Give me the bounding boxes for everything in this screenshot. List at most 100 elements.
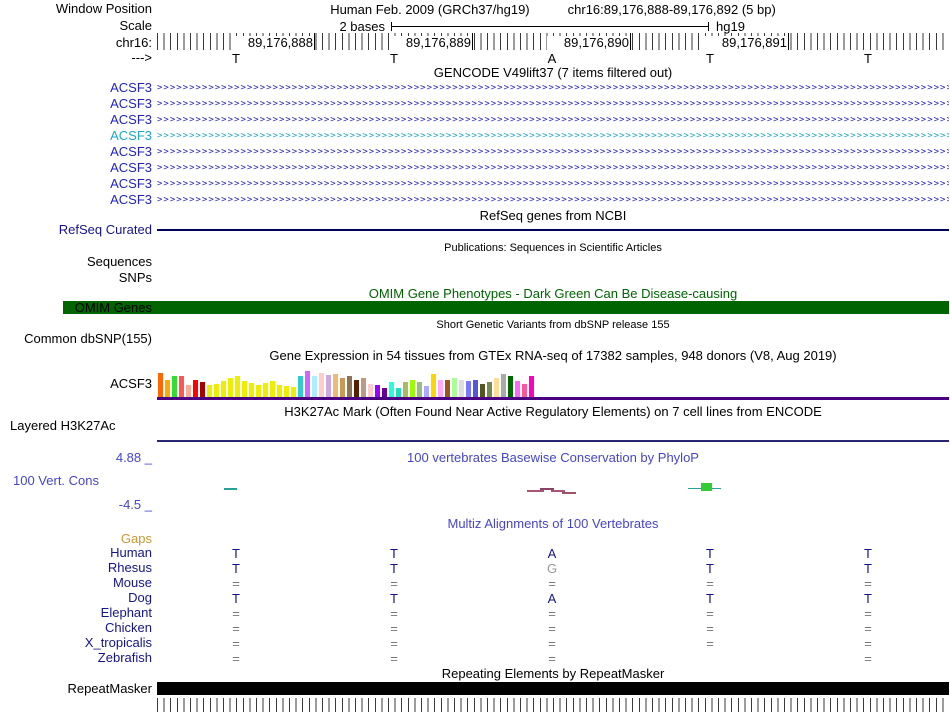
gtex-tissue-bar[interactable] — [340, 378, 345, 397]
gtex-tissue-bar[interactable] — [389, 382, 394, 397]
species-label-zebrafish[interactable]: Zebrafish — [0, 651, 152, 665]
species-label-elephant[interactable]: Elephant — [0, 606, 152, 620]
gtex-tissue-bar[interactable] — [263, 383, 268, 397]
gene-label-acsf3[interactable]: ACSF3 — [0, 193, 152, 207]
sequences-label[interactable]: Sequences — [0, 255, 152, 269]
gtex-tissue-bar[interactable] — [305, 371, 310, 397]
gtex-tissue-bar[interactable] — [354, 380, 359, 397]
alignment-base: T — [232, 591, 240, 606]
omim-genes-bar[interactable] — [63, 301, 949, 314]
gtex-tissue-bar[interactable] — [410, 380, 415, 397]
gtex-tissue-bar[interactable] — [186, 385, 191, 397]
gene-label-acsf3[interactable]: ACSF3 — [0, 97, 152, 111]
gtex-tissue-bar[interactable] — [270, 381, 275, 397]
gene-transcript-line[interactable]: >>>>>>>>>>>>>>>>>>>>>>>>>>>>>>>>>>>>>>>>… — [157, 192, 949, 208]
gtex-tissue-bar[interactable] — [221, 381, 226, 397]
gtex-tissue-bar[interactable] — [214, 384, 219, 397]
gtex-tissue-bar[interactable] — [228, 378, 233, 397]
gtex-tissue-bar[interactable] — [200, 382, 205, 397]
gtex-tissue-bar[interactable] — [403, 382, 408, 397]
gtex-tissue-bar[interactable] — [452, 378, 457, 397]
phylop-mark — [540, 488, 554, 490]
h3k27ac-label[interactable]: Layered H3K27Ac — [10, 419, 116, 433]
species-label-chicken[interactable]: Chicken — [0, 621, 152, 635]
gtex-tissue-bar[interactable] — [277, 385, 282, 397]
gene-transcript-line[interactable]: >>>>>>>>>>>>>>>>>>>>>>>>>>>>>>>>>>>>>>>>… — [157, 160, 949, 176]
gene-label-acsf3[interactable]: ACSF3 — [0, 177, 152, 191]
species-label-human[interactable]: Human — [0, 546, 152, 560]
gtex-tissue-bar[interactable] — [501, 374, 506, 397]
gtex-tissue-bar[interactable] — [235, 376, 240, 397]
gtex-tissue-bar[interactable] — [382, 388, 387, 397]
gtex-tissue-bar[interactable] — [256, 385, 261, 397]
gene-transcript-line[interactable]: >>>>>>>>>>>>>>>>>>>>>>>>>>>>>>>>>>>>>>>>… — [157, 96, 949, 112]
gtex-tissue-bar[interactable] — [249, 383, 254, 397]
species-label-x-tropicalis[interactable]: X_tropicalis — [0, 636, 152, 650]
gtex-tissue-bar[interactable] — [522, 384, 527, 397]
phylop-track-label[interactable]: 100 Vert. Cons — [13, 474, 99, 488]
gtex-tissue-bar[interactable] — [529, 376, 534, 397]
gtex-tissue-bar[interactable] — [424, 386, 429, 397]
gtex-tissue-bar[interactable] — [431, 374, 436, 397]
gtex-tissue-bar[interactable] — [193, 380, 198, 397]
gtex-tissue-bar[interactable] — [494, 378, 499, 397]
gtex-tissue-bar[interactable] — [165, 380, 170, 397]
gene-label-acsf3[interactable]: ACSF3 — [0, 113, 152, 127]
snps-label[interactable]: SNPs — [0, 271, 152, 285]
gtex-tissue-bar[interactable] — [480, 384, 485, 397]
gtex-tissue-bar[interactable] — [417, 382, 422, 397]
publications-title: Publications: Sequences in Scientific Ar… — [444, 242, 662, 254]
species-label-mouse[interactable]: Mouse — [0, 576, 152, 590]
gene-transcript-line[interactable]: >>>>>>>>>>>>>>>>>>>>>>>>>>>>>>>>>>>>>>>>… — [157, 112, 949, 128]
refseq-curated-line[interactable] — [157, 229, 949, 231]
gene-transcript-line[interactable]: >>>>>>>>>>>>>>>>>>>>>>>>>>>>>>>>>>>>>>>>… — [157, 80, 949, 96]
gtex-tissue-bar[interactable] — [284, 386, 289, 397]
gene-transcript-line[interactable]: >>>>>>>>>>>>>>>>>>>>>>>>>>>>>>>>>>>>>>>>… — [157, 144, 949, 160]
gtex-tissue-bar[interactable] — [396, 388, 401, 397]
refseq-curated-label[interactable]: RefSeq Curated — [0, 223, 152, 237]
gtex-tissue-bar[interactable] — [242, 381, 247, 397]
gtex-tissue-bar[interactable] — [361, 378, 366, 397]
gaps-label[interactable]: Gaps — [0, 532, 152, 546]
gtex-tissue-bar[interactable] — [375, 385, 380, 397]
gene-transcript-line[interactable]: >>>>>>>>>>>>>>>>>>>>>>>>>>>>>>>>>>>>>>>>… — [157, 176, 949, 192]
gtex-tissue-bar[interactable] — [326, 375, 331, 397]
gtex-tissue-bar[interactable] — [347, 376, 352, 397]
gtex-tissue-bar[interactable] — [207, 385, 212, 397]
gtex-tissue-bar[interactable] — [319, 373, 324, 397]
repeatmasker-label[interactable]: RepeatMasker — [0, 682, 152, 696]
chrom-label: chr16: — [115, 35, 152, 50]
gtex-gene-label[interactable]: ACSF3 — [0, 377, 152, 391]
gtex-tissue-bar[interactable] — [487, 382, 492, 397]
gtex-tissue-bar[interactable] — [515, 381, 520, 397]
species-label-dog[interactable]: Dog — [0, 591, 152, 605]
repeatmasker-bar[interactable] — [157, 682, 949, 695]
gtex-tissue-bar[interactable] — [298, 376, 303, 397]
gtex-tissue-bar[interactable] — [312, 376, 317, 397]
dbsnp-label[interactable]: Common dbSNP(155) — [0, 332, 152, 346]
alignment-base: T — [232, 561, 240, 576]
gtex-tissue-bar[interactable] — [508, 376, 513, 397]
gtex-tissue-bar[interactable] — [291, 387, 296, 397]
scale-bar — [391, 22, 709, 31]
gene-label-acsf3[interactable]: ACSF3 — [0, 81, 152, 95]
gene-label-acsf3[interactable]: ACSF3 — [0, 161, 152, 175]
gtex-tissue-bar[interactable] — [473, 380, 478, 397]
gtex-tissue-bar[interactable] — [333, 374, 338, 397]
gtex-tissue-bar[interactable] — [179, 376, 184, 397]
gtex-tissue-bar[interactable] — [459, 380, 464, 397]
gtex-tissue-bar[interactable] — [172, 376, 177, 397]
h3k27ac-baseline[interactable] — [157, 440, 949, 442]
gtex-baseline — [157, 397, 949, 400]
gtex-tissue-bar[interactable] — [158, 373, 163, 397]
gene-label-acsf3[interactable]: ACSF3 — [0, 129, 152, 143]
species-label-rhesus[interactable]: Rhesus — [0, 561, 152, 575]
gtex-tissue-bar[interactable] — [368, 384, 373, 397]
omim-genes-label[interactable]: OMIM Genes — [0, 301, 152, 315]
gtex-tissue-bar[interactable] — [445, 380, 450, 397]
gtex-bars[interactable] — [158, 369, 538, 397]
gene-transcript-line[interactable]: >>>>>>>>>>>>>>>>>>>>>>>>>>>>>>>>>>>>>>>>… — [157, 128, 949, 144]
gtex-tissue-bar[interactable] — [466, 381, 471, 397]
gtex-tissue-bar[interactable] — [438, 380, 443, 397]
gene-label-acsf3[interactable]: ACSF3 — [0, 145, 152, 159]
